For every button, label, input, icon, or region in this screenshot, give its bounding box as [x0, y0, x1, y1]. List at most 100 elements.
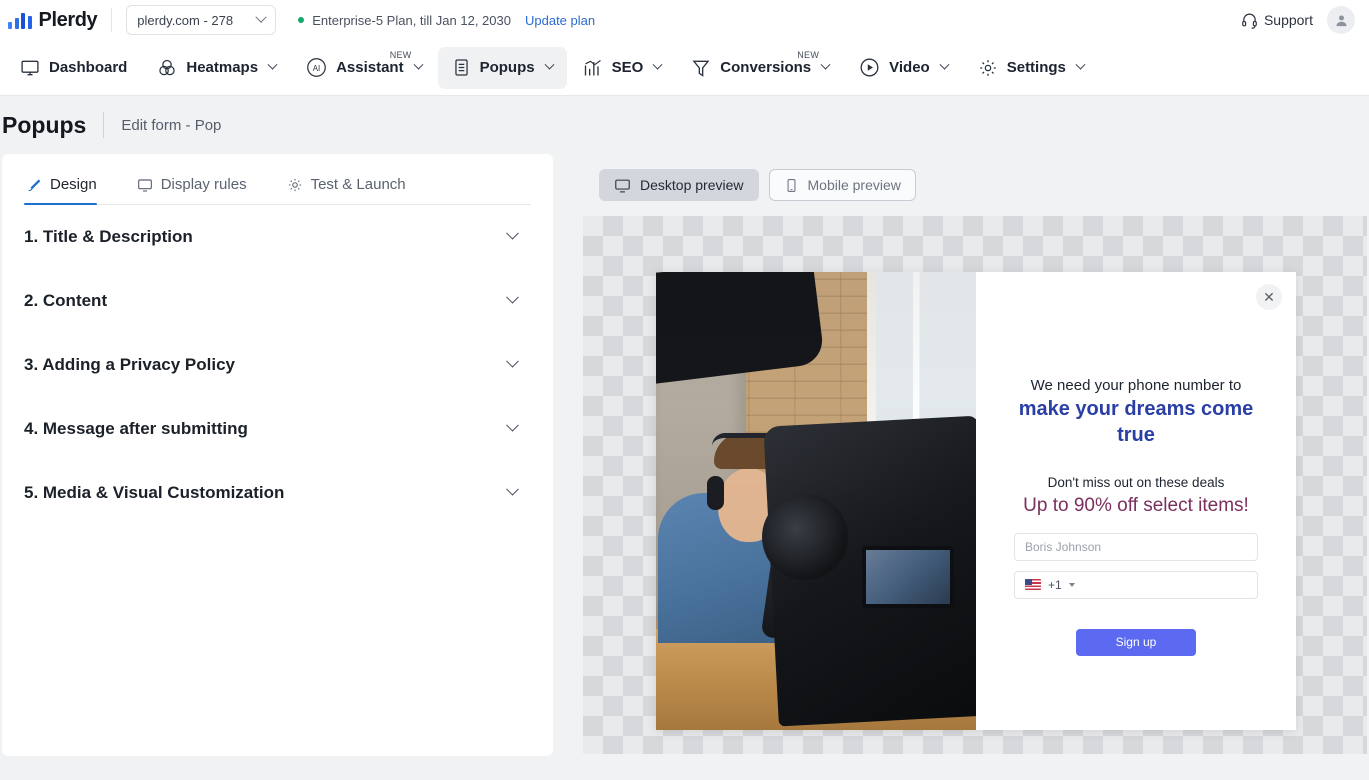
nav-label: Video — [889, 59, 930, 76]
chevron-down-icon — [506, 418, 519, 431]
section-privacy-policy[interactable]: 3. Adding a Privacy Policy — [24, 333, 531, 397]
gear-icon — [287, 177, 303, 193]
chevron-down-icon — [506, 290, 519, 303]
nav-item-seo[interactable]: SEO — [569, 47, 676, 89]
name-input[interactable]: Boris Johnson — [1014, 533, 1258, 561]
venn-icon — [157, 58, 177, 78]
mobile-preview-button[interactable]: Mobile preview — [769, 169, 916, 201]
divider — [103, 112, 104, 138]
preview-canvas: ✕ We need your phone number to make your… — [583, 216, 1367, 754]
chevron-down-icon — [506, 482, 519, 495]
preview-panel: Desktop preview Mobile preview — [583, 154, 1367, 754]
chevron-down-icon — [544, 60, 554, 70]
editor-tabs: Design Display rules Test & Launch — [24, 154, 531, 205]
nav-item-conversions[interactable]: Conversions NEW — [677, 47, 843, 89]
plan-status-text: Enterprise-5 Plan, till Jan 12, 2030 — [312, 13, 511, 28]
plan-status-group: Enterprise-5 Plan, till Jan 12, 2030 Upd… — [298, 13, 595, 28]
tab-test-and-launch[interactable]: Test & Launch — [285, 176, 424, 204]
headline-prefix: We need your phone number to — [1031, 377, 1242, 394]
nav-label: Settings — [1007, 59, 1066, 76]
nav-item-dashboard[interactable]: Dashboard — [6, 47, 141, 89]
brand-name: Plerdy — [39, 9, 98, 32]
tab-label: Display rules — [161, 176, 247, 193]
preview-toolbar: Desktop preview Mobile preview — [583, 154, 1367, 216]
mobile-icon — [784, 178, 799, 193]
document-icon — [452, 58, 471, 77]
top-bar: Plerdy plerdy.com - 278 Enterprise-5 Pla… — [0, 0, 1369, 40]
desktop-icon — [614, 177, 631, 194]
popup-preview: ✕ We need your phone number to make your… — [656, 272, 1296, 730]
section-message-after-submitting[interactable]: 4. Message after submitting — [24, 397, 531, 461]
nav-item-video[interactable]: Video — [845, 47, 962, 89]
nav-label: Popups — [480, 59, 535, 76]
chevron-down-icon — [1069, 583, 1075, 587]
nav-badge-new: NEW — [390, 50, 412, 60]
section-label: 5. Media & Visual Customization — [24, 483, 284, 503]
editor-sections: 1. Title & Description 2. Content 3. Add… — [24, 205, 531, 525]
name-input-placeholder: Boris Johnson — [1025, 540, 1101, 554]
play-icon — [859, 57, 880, 78]
monitor-icon — [137, 177, 153, 193]
chevron-down-icon — [413, 60, 423, 70]
popup-headline: We need your phone number to make your d… — [1014, 376, 1258, 449]
section-content[interactable]: 2. Content — [24, 269, 531, 333]
headline-emphasis: make your dreams come true — [1019, 398, 1254, 446]
chevron-down-icon — [653, 60, 663, 70]
tab-design[interactable]: Design — [24, 176, 115, 204]
section-label: 4. Message after submitting — [24, 419, 248, 439]
nav-label: Heatmaps — [186, 59, 258, 76]
nav-item-popups[interactable]: Popups — [438, 47, 567, 89]
nav-item-settings[interactable]: Settings — [964, 47, 1098, 89]
brand-logo[interactable]: Plerdy — [0, 9, 97, 32]
nav-item-assistant[interactable]: AI Assistant NEW — [292, 47, 436, 89]
gear-icon — [978, 58, 998, 78]
user-avatar-icon — [1334, 13, 1349, 28]
popup-subline: Don't miss out on these deals — [1014, 475, 1258, 490]
tab-label: Test & Launch — [311, 176, 406, 193]
nav-label: SEO — [612, 59, 644, 76]
ai-circle-icon: AI — [306, 57, 327, 78]
chart-up-icon — [583, 58, 603, 78]
breadcrumb: Edit form - Pop — [121, 117, 221, 134]
section-label: 2. Content — [24, 291, 107, 311]
chevron-down-icon — [256, 12, 267, 23]
site-selector-value: plerdy.com - 278 — [137, 13, 233, 28]
section-media-visual-customization[interactable]: 5. Media & Visual Customization — [24, 461, 531, 525]
phone-country-code: +1 — [1048, 578, 1062, 592]
section-label: 3. Adding a Privacy Policy — [24, 355, 235, 375]
site-selector[interactable]: plerdy.com - 278 — [126, 5, 276, 35]
page-header: Popups Edit form - Pop — [0, 96, 1369, 154]
chevron-down-icon — [821, 60, 831, 70]
funnel-icon — [691, 58, 711, 78]
popup-image — [656, 272, 976, 730]
support-button[interactable]: Support — [1241, 12, 1313, 29]
update-plan-link[interactable]: Update plan — [525, 13, 595, 28]
chevron-down-icon — [268, 60, 278, 70]
nav-item-heatmaps[interactable]: Heatmaps — [143, 47, 290, 89]
chevron-down-icon — [506, 226, 519, 239]
monitor-icon — [20, 58, 40, 78]
tab-display-rules[interactable]: Display rules — [135, 176, 265, 204]
chevron-down-icon — [939, 60, 949, 70]
brush-icon — [26, 177, 42, 193]
tab-label: Design — [50, 176, 97, 193]
section-title-description[interactable]: 1. Title & Description — [24, 205, 531, 269]
headset-icon — [1241, 12, 1258, 29]
nav-label: Dashboard — [49, 59, 127, 76]
avatar[interactable] — [1327, 6, 1355, 34]
popup-form: ✕ We need your phone number to make your… — [976, 272, 1296, 730]
nav-label: Assistant — [336, 59, 404, 76]
phone-country-selector[interactable]: +1 — [1014, 571, 1258, 599]
desktop-preview-button[interactable]: Desktop preview — [599, 169, 759, 201]
section-label: 1. Title & Description — [24, 227, 193, 247]
support-label: Support — [1264, 12, 1313, 28]
chevron-down-icon — [1075, 60, 1085, 70]
close-icon[interactable]: ✕ — [1256, 284, 1282, 310]
page-title: Popups — [2, 112, 86, 139]
divider — [111, 8, 112, 32]
nav-label: Conversions — [720, 59, 811, 76]
main-navigation: Dashboard Heatmaps AI Assistant NEW P — [0, 40, 1369, 96]
mobile-preview-label: Mobile preview — [808, 177, 901, 193]
status-dot — [298, 17, 304, 23]
sign-up-button[interactable]: Sign up — [1076, 629, 1196, 656]
